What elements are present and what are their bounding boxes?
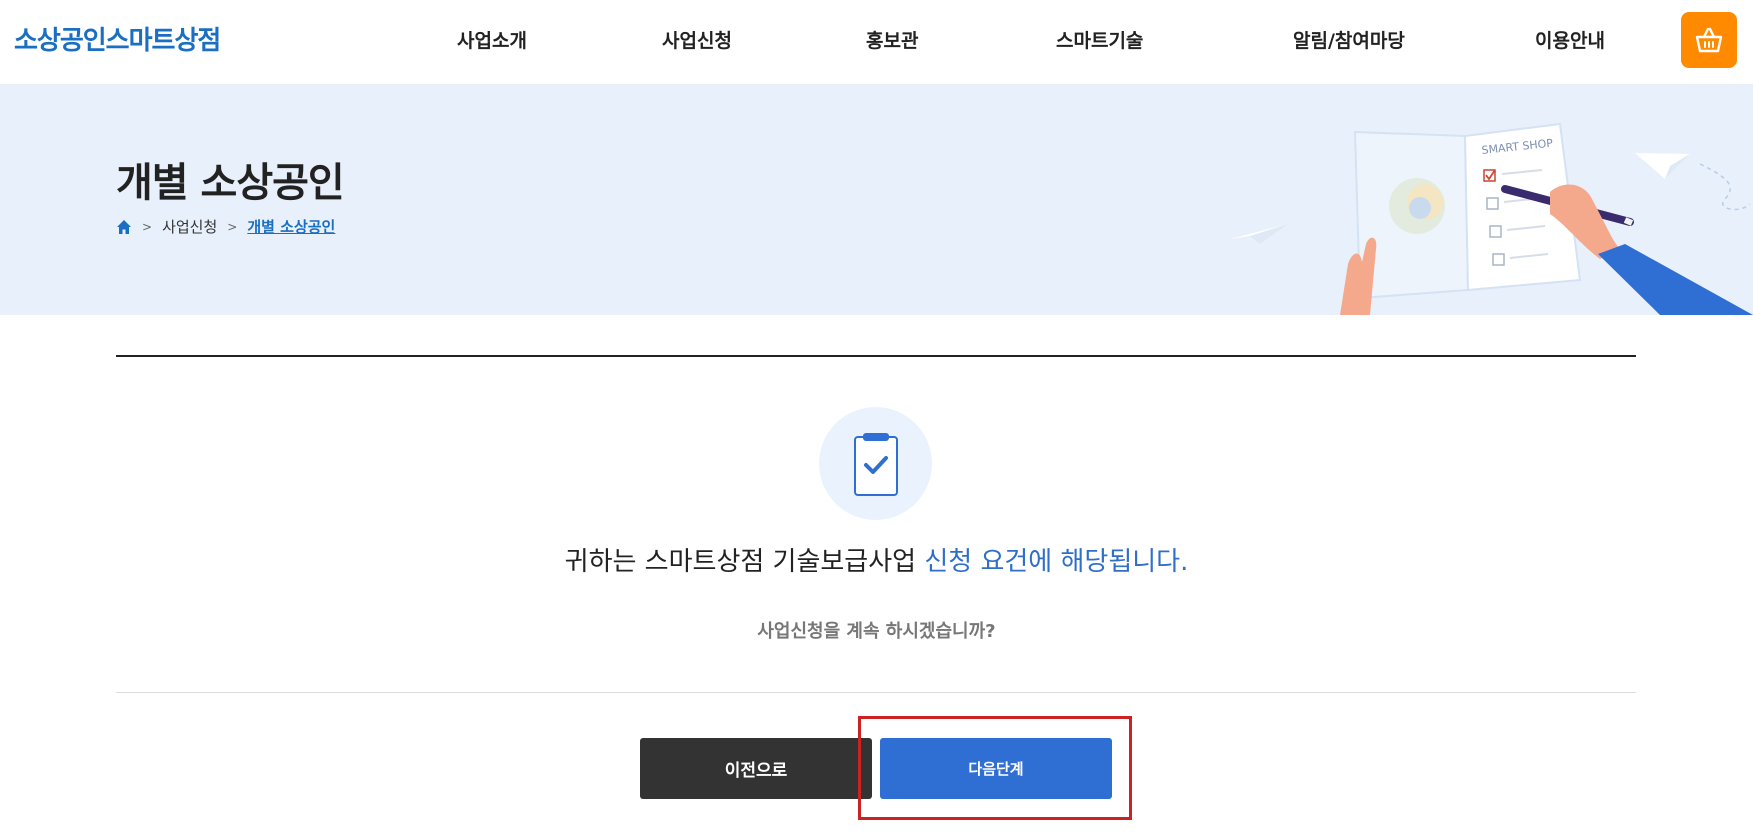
continue-question: 사업신청을 계속 하시겠습니까?	[757, 621, 996, 642]
next-step-button[interactable]: 다음단계	[880, 738, 1112, 799]
page-title: 개별 소상공인	[116, 160, 345, 206]
content-divider	[116, 692, 1636, 693]
page-banner: 개별 소상공인 > 사업신청 > 개별 소상공인 SMART SHOP	[0, 84, 1753, 315]
nav-item-business-apply[interactable]: 사업신청	[662, 26, 732, 53]
site-logo[interactable]: 소상공인스마트상점	[14, 20, 221, 57]
eligibility-message-highlight: 신청 요건에 해당됩니다.	[924, 547, 1189, 577]
site-header: 소상공인스마트상점 사업소개 사업신청 홍보관 스마트기술 알림/참여마당 이용…	[0, 0, 1753, 84]
breadcrumb-item-current[interactable]: 개별 소상공인	[247, 216, 335, 237]
nav-item-smart-tech[interactable]: 스마트기술	[1056, 26, 1143, 53]
nav-item-promotion[interactable]: 홍보관	[866, 26, 918, 53]
chevron-right-icon: >	[227, 219, 238, 234]
smart-shop-illustration: SMART SHOP	[1230, 122, 1753, 315]
nav-item-notice[interactable]: 알림/참여마당	[1293, 26, 1405, 53]
chevron-right-icon: >	[142, 219, 153, 234]
nav-item-guide[interactable]: 이용안내	[1535, 26, 1605, 53]
clipboard-check-icon	[853, 432, 898, 496]
eligibility-message-prefix: 귀하는 스마트상점 기술보급사업	[564, 547, 925, 577]
eligibility-message: 귀하는 스마트상점 기술보급사업 신청 요건에 해당됩니다.	[0, 541, 1753, 578]
result-icon-wrapper	[819, 407, 932, 520]
breadcrumb-item-apply[interactable]: 사업신청	[162, 216, 217, 237]
content-top-border	[116, 355, 1636, 357]
shopping-basket-icon	[1695, 27, 1723, 53]
cart-button[interactable]	[1681, 12, 1737, 68]
nav-item-business-intro[interactable]: 사업소개	[457, 26, 527, 53]
home-icon[interactable]	[116, 219, 132, 235]
prev-button[interactable]: 이전으로	[640, 738, 872, 799]
breadcrumb: > 사업신청 > 개별 소상공인	[116, 216, 335, 237]
